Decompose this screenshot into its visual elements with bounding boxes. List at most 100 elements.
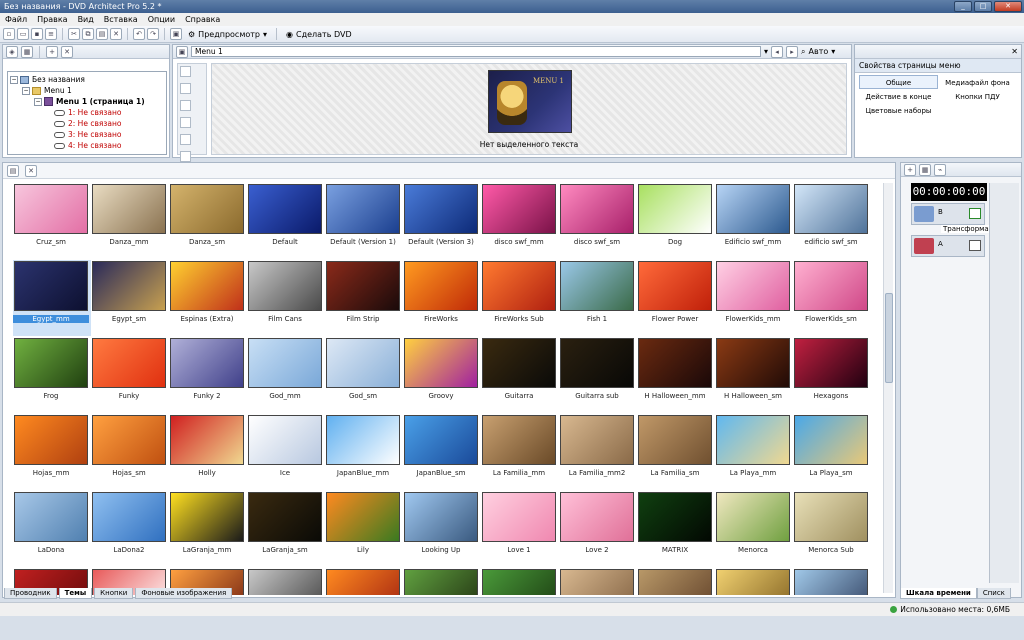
preview-button[interactable]: ⚙ Предпросмотр ▾ — [184, 27, 271, 41]
zoom-value[interactable]: Авто — [809, 47, 829, 56]
theme-tile[interactable]: LaDona — [13, 491, 91, 567]
theme-tile[interactable]: JapanBlue_sm — [403, 414, 481, 490]
close-button[interactable]: ✕ — [994, 1, 1022, 12]
theme-tile[interactable]: Default (Version 3) — [403, 183, 481, 259]
tab-background-media[interactable]: Медиафайл фона — [938, 75, 1017, 89]
theme-tile[interactable]: H Halloween_sm — [715, 337, 793, 413]
tab-themes[interactable]: Темы — [58, 588, 93, 599]
open-folder-icon[interactable]: ▭ — [17, 28, 29, 40]
speaker-icon[interactable] — [969, 240, 981, 251]
theme-tile[interactable]: JapanBlue_mm — [325, 414, 403, 490]
theme-tile[interactable]: Fish 1 — [559, 260, 637, 336]
scrollbar-thumb[interactable] — [885, 293, 893, 383]
tree-item-link[interactable]: 2: Не связано — [10, 118, 164, 129]
theme-tile[interactable]: MATRIX — [637, 491, 715, 567]
timeline-lane[interactable] — [989, 183, 1019, 583]
scale-tool-icon[interactable] — [180, 100, 191, 111]
theme-tile[interactable]: FireWorks Sub — [481, 260, 559, 336]
apply-theme-icon[interactable]: ▤ — [7, 164, 19, 177]
theme-tile[interactable]: Egypt_mm — [13, 260, 91, 336]
theme-tile[interactable]: Looking Up — [403, 491, 481, 567]
theme-tile[interactable]: La Familia_mm2 — [559, 414, 637, 490]
theme-tile[interactable]: FlowerKids_mm — [715, 260, 793, 336]
track-b[interactable]: B — [911, 203, 985, 225]
theme-tile[interactable]: Film Cans — [247, 260, 325, 336]
add-item-icon[interactable]: + — [46, 45, 58, 58]
tab-backgrounds[interactable]: Фоновые изображения — [135, 588, 233, 599]
theme-tile[interactable]: Film Strip — [325, 260, 403, 336]
next-page-icon[interactable]: ▸ — [786, 45, 799, 58]
theme-tile[interactable]: Egypt_sm — [91, 260, 169, 336]
copy-icon[interactable]: ⧉ — [82, 28, 94, 40]
new-file-icon[interactable]: ▫ — [3, 28, 15, 40]
collapse-icon[interactable]: − — [34, 97, 42, 106]
theme-tile[interactable]: Hojas_mm — [13, 414, 91, 490]
prev-page-icon[interactable]: ◂ — [771, 45, 784, 58]
add-track-icon[interactable]: + — [904, 163, 916, 176]
theme-tile[interactable]: FireWorks — [403, 260, 481, 336]
theme-tile[interactable]: Hojas_sm — [91, 414, 169, 490]
track-a[interactable]: A — [911, 235, 985, 257]
theme-tile[interactable]: La Playa_sm — [793, 414, 871, 490]
menu-insert[interactable]: Вставка — [99, 15, 143, 24]
theme-tile[interactable]: Guitarra sub — [559, 337, 637, 413]
menu-help[interactable]: Справка — [180, 15, 225, 24]
theme-tile[interactable]: Danza_mm — [91, 183, 169, 259]
tab-explorer[interactable]: Проводник — [4, 588, 57, 599]
rotate-tool-icon[interactable] — [180, 117, 191, 128]
tree-view-icon[interactable]: ◈ — [6, 45, 18, 58]
delete-icon[interactable]: ✕ — [110, 28, 122, 40]
theme-tile[interactable]: God_mm — [247, 337, 325, 413]
menu-file[interactable]: Файл — [0, 15, 32, 24]
redo-icon[interactable]: ↷ — [147, 28, 159, 40]
tab-end-action[interactable]: Действие в конце — [859, 89, 938, 103]
properties-icon[interactable]: ≡ — [45, 28, 57, 40]
theme-tile[interactable]: disco swf_mm — [481, 183, 559, 259]
theme-tile[interactable]: Menorca — [715, 491, 793, 567]
theme-tile[interactable]: Guitarra — [481, 337, 559, 413]
collapse-icon[interactable]: − — [10, 75, 18, 84]
theme-tile[interactable]: Frog — [13, 337, 91, 413]
theme-tile[interactable]: Flower Power — [637, 260, 715, 336]
theme-tile[interactable]: disco swf_sm — [559, 183, 637, 259]
panel-close-icon[interactable]: ✕ — [1011, 47, 1018, 56]
undo-icon[interactable]: ↶ — [133, 28, 145, 40]
theme-tile[interactable]: Groovy — [403, 337, 481, 413]
menu-edit[interactable]: Правка — [32, 15, 72, 24]
theme-tile[interactable]: La Playa_mm — [715, 414, 793, 490]
theme-tile[interactable]: Default — [247, 183, 325, 259]
minimize-button[interactable]: _ — [954, 1, 972, 12]
save-icon[interactable]: ▪ — [31, 28, 43, 40]
theme-tile[interactable]: Dog — [637, 183, 715, 259]
monitor-icon[interactable] — [969, 208, 981, 219]
tree-item-root[interactable]: − Без названия — [10, 74, 164, 85]
theme-tile[interactable]: Danza_sm — [169, 183, 247, 259]
menu-preview-thumbnail[interactable]: MENU 1 — [488, 70, 572, 133]
theme-tile[interactable]: edificio swf_sm — [793, 183, 871, 259]
paste-icon[interactable]: ▤ — [96, 28, 108, 40]
theme-tile[interactable]: La Familia_mm — [481, 414, 559, 490]
theme-tile[interactable]: Funky — [91, 337, 169, 413]
collapse-icon[interactable]: − — [22, 86, 30, 95]
tab-list[interactable]: Списк — [976, 588, 1011, 599]
themes-scrollbar[interactable] — [883, 183, 893, 593]
theme-tile[interactable]: LaGranja_mm — [169, 491, 247, 567]
snap-icon[interactable]: ⌁ — [934, 163, 946, 176]
maximize-button[interactable]: □ — [974, 1, 992, 12]
tree-item-menu[interactable]: − Menu 1 — [10, 85, 164, 96]
theme-tile[interactable]: FlowerKids_sm — [793, 260, 871, 336]
delete-item-icon[interactable]: ✕ — [61, 45, 73, 58]
theme-tile[interactable]: Lily — [325, 491, 403, 567]
align-left-icon[interactable] — [180, 134, 191, 145]
theme-tile[interactable]: LaGranja_sm — [247, 491, 325, 567]
theme-tile[interactable]: Hexagons — [793, 337, 871, 413]
menu-view[interactable]: Вид — [73, 15, 99, 24]
tree-item-link[interactable]: 4: Не связано — [10, 140, 164, 151]
theme-tile[interactable]: Edificio swf_mm — [715, 183, 793, 259]
make-dvd-button[interactable]: ◉ Сделать DVD — [282, 27, 356, 41]
tree-item-link[interactable]: 1: Не связано — [10, 107, 164, 118]
theme-tile[interactable]: Funky 2 — [169, 337, 247, 413]
delete-theme-icon[interactable]: ✕ — [25, 164, 37, 177]
cut-icon[interactable]: ✂ — [68, 28, 80, 40]
theme-tile[interactable]: Default (Version 1) — [325, 183, 403, 259]
